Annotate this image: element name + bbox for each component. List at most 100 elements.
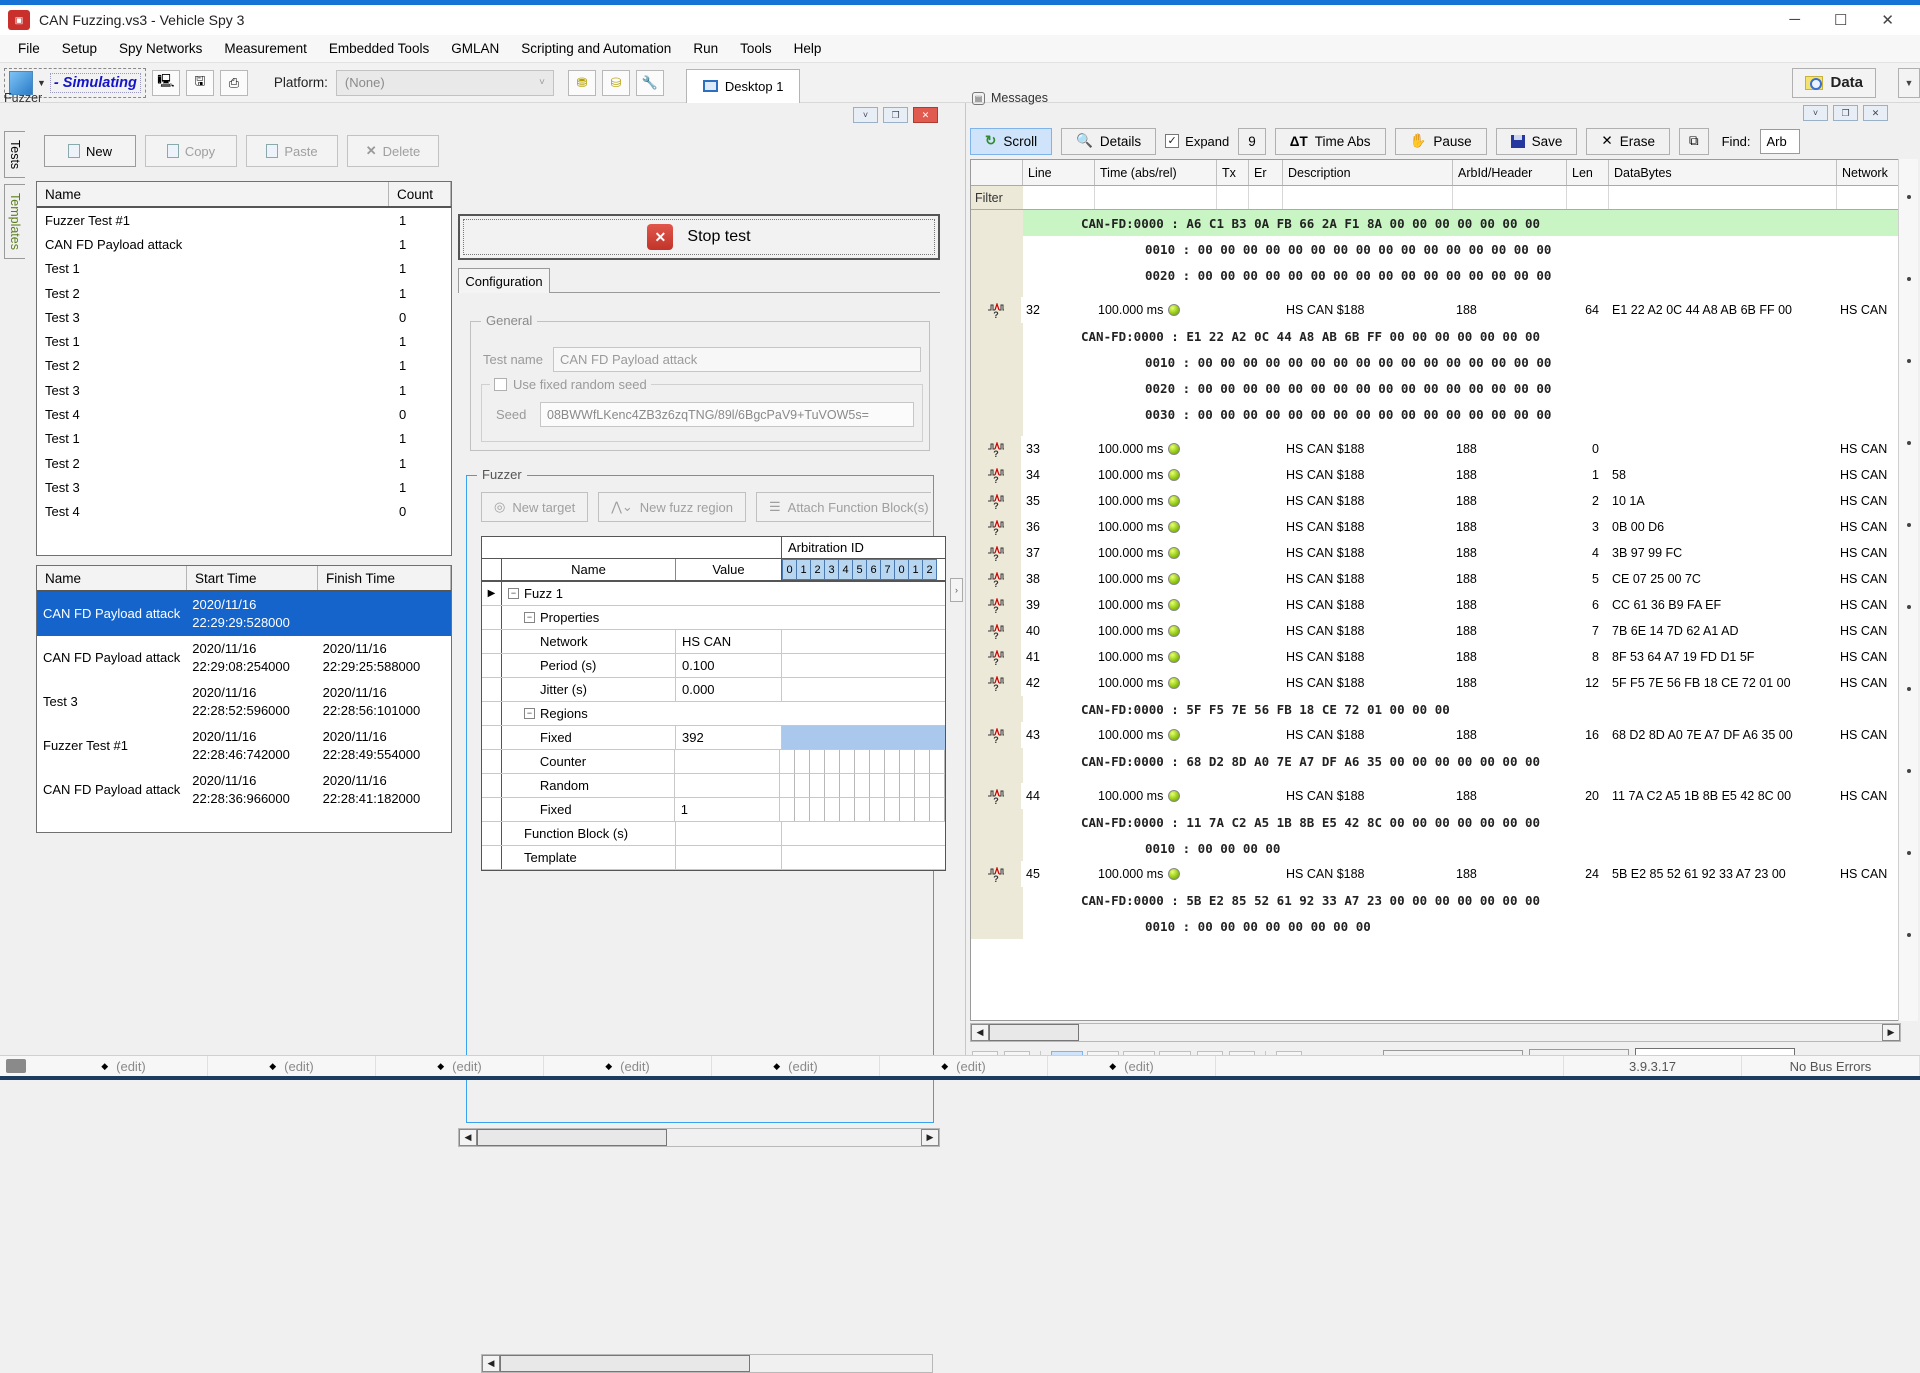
stop-test-button[interactable]: ✕ Stop test — [458, 214, 940, 260]
fuzz-grid-row[interactable]: Jitter (s)0.000 — [482, 678, 945, 702]
menu-item-scripting-and-automation[interactable]: Scripting and Automation — [511, 37, 681, 60]
bit-cell[interactable] — [825, 750, 840, 773]
paste-button[interactable]: Paste — [246, 135, 338, 167]
filter-line[interactable] — [1023, 186, 1095, 209]
messages-restore-button[interactable]: ❐ — [1833, 105, 1858, 121]
tab-configuration[interactable]: Configuration — [458, 268, 550, 293]
menu-item-embedded-tools[interactable]: Embedded Tools — [319, 37, 439, 60]
messages-col-er[interactable]: Er — [1249, 160, 1283, 185]
fuzz-grid-value[interactable] — [675, 774, 780, 797]
erase-button[interactable]: ✕Erase — [1586, 128, 1670, 155]
status-edit-segment[interactable]: ◆(edit) — [376, 1056, 544, 1076]
filter-er[interactable] — [1249, 186, 1283, 209]
bit-cell[interactable] — [795, 774, 810, 797]
bit-cell[interactable] — [870, 798, 885, 821]
bit-cell[interactable] — [855, 750, 870, 773]
menu-item-spy-networks[interactable]: Spy Networks — [109, 37, 212, 60]
config-hscrollbar[interactable]: ◀ ▶ — [458, 1128, 940, 1147]
bit-cell[interactable] — [780, 750, 795, 773]
bit-cell[interactable] — [930, 750, 945, 773]
scroll-left-icon[interactable]: ◀ — [482, 1355, 500, 1372]
maximize-button[interactable]: ☐ — [1834, 11, 1847, 29]
fuzz-grid-row[interactable]: Period (s)0.100 — [482, 654, 945, 678]
messages-close-button[interactable]: ✕ — [1863, 105, 1888, 121]
bit-cell[interactable] — [900, 774, 915, 797]
message-row[interactable]: 0020 : 00 00 00 00 00 00 00 00 00 00 00 … — [971, 262, 1900, 288]
bit-cell[interactable] — [915, 798, 930, 821]
fuzzer-collapse-button[interactable]: ˅ — [853, 107, 878, 123]
messages-col-tx[interactable]: Tx — [1217, 160, 1249, 185]
test-name-field[interactable]: CAN FD Payload attack — [553, 347, 921, 372]
filter-time[interactable] — [1095, 186, 1217, 209]
menu-item-run[interactable]: Run — [683, 37, 728, 60]
use-fixed-seed-checkbox[interactable]: Use fixed random seed — [490, 377, 651, 392]
scroll-button[interactable]: ↻Scroll — [970, 128, 1052, 155]
scroll-right-icon[interactable]: ▶ — [921, 1129, 939, 1146]
fuzz-grid-value[interactable] — [675, 750, 780, 773]
run-row[interactable]: CAN FD Payload attack2020/11/1622:28:36:… — [37, 768, 451, 812]
bit-cell[interactable] — [930, 774, 945, 797]
grid-hscroll-thumb[interactable] — [500, 1355, 750, 1372]
windows-stack-button[interactable]: ⧉ — [1679, 128, 1709, 155]
test-list-item[interactable]: Test 21 — [37, 451, 451, 475]
menu-item-gmlan[interactable]: GMLAN — [441, 37, 509, 60]
message-row[interactable]: CAN-FD:0000 : 5F F5 7E 56 FB 18 CE 72 01… — [971, 696, 1900, 722]
tab-templates[interactable]: Templates — [4, 184, 25, 259]
messages-col-line[interactable]: Line — [1023, 160, 1095, 185]
filter-databytes[interactable] — [1609, 186, 1837, 209]
bit-cell[interactable] — [870, 750, 885, 773]
collapse-expander-icon[interactable]: − — [524, 708, 535, 719]
messages-col-description[interactable]: Description — [1283, 160, 1453, 185]
run-row[interactable]: Test 32020/11/1622:28:52:5960002020/11/1… — [37, 680, 451, 724]
message-row[interactable]: ?37100.000 msHS CAN $18818843B 97 99 FCH… — [971, 540, 1900, 566]
seed-field[interactable]: 08BWWfLKenc4ZB3z6zqTNG/89l/6BgcPaV9+TuVO… — [540, 402, 914, 427]
messages-collapse-button[interactable]: ˅ — [1803, 105, 1828, 121]
time-abs-button[interactable]: ΔTTime Abs — [1275, 128, 1386, 155]
message-row[interactable]: ?32100.000 msHS CAN $18818864E1 22 A2 0C… — [971, 297, 1900, 323]
scroll-left-icon[interactable]: ◀ — [459, 1129, 477, 1146]
status-edit-segment[interactable]: ◆(edit) — [712, 1056, 880, 1076]
message-row[interactable]: 0010 : 00 00 00 00 00 00 00 00 — [971, 913, 1900, 939]
message-row[interactable]: ?35100.000 msHS CAN $188188210 1AHS CAN — [971, 488, 1900, 514]
bit-cell[interactable] — [915, 774, 930, 797]
test-list-item[interactable]: Fuzzer Test #11 — [37, 208, 451, 232]
test-list-item[interactable]: Test 21 — [37, 281, 451, 305]
close-button[interactable]: ✕ — [1881, 11, 1894, 29]
messages-hscroll-thumb[interactable] — [989, 1024, 1079, 1041]
fuzzer-restore-button[interactable]: ❐ — [883, 107, 908, 123]
messages-col-time-abs-rel-[interactable]: Time (abs/rel) — [1095, 160, 1217, 185]
bit-cell[interactable] — [900, 798, 915, 821]
fuzz-grid-row[interactable]: Fixed392 — [482, 726, 945, 750]
status-edit-segment[interactable]: ◆(edit) — [208, 1056, 376, 1076]
run-row[interactable]: CAN FD Payload attack2020/11/1622:29:08:… — [37, 636, 451, 680]
fuzz-grid-row[interactable]: Function Block (s) — [482, 822, 945, 846]
expand-checkbox[interactable]: ✓ Expand — [1165, 134, 1229, 149]
messages-col-arbid-header[interactable]: ArbId/Header — [1453, 160, 1567, 185]
fuzz-grid-row[interactable]: Fixed1 — [482, 798, 945, 822]
runs-col-name[interactable]: Name — [37, 566, 187, 590]
menu-item-file[interactable]: File — [8, 37, 50, 60]
message-row[interactable]: ?33100.000 msHS CAN $1881880HS CAN — [971, 436, 1900, 462]
tests-col-name[interactable]: Name — [37, 182, 389, 206]
database-add-icon[interactable]: ⛁ — [602, 70, 630, 96]
message-row[interactable]: 0010 : 00 00 00 00 00 00 00 00 00 00 00 … — [971, 349, 1900, 375]
new-target-button[interactable]: ◎New target — [481, 492, 588, 522]
bit-cell[interactable] — [810, 798, 825, 821]
bit-cell[interactable] — [900, 750, 915, 773]
message-row[interactable]: 0010 : 00 00 00 00 00 00 00 00 00 00 00 … — [971, 236, 1900, 262]
tests-col-count[interactable]: Count — [389, 182, 451, 206]
run-mode-dropdown-icon[interactable]: ▼ — [37, 78, 46, 88]
fuzz-grid-row[interactable]: ▶−Fuzz 1 — [482, 582, 945, 606]
fuzz-grid-value[interactable]: 0.000 — [676, 678, 782, 701]
fuzz-grid-row[interactable]: −Regions — [482, 702, 945, 726]
fuzz-grid-value[interactable]: 1 — [675, 798, 780, 821]
bit-cell[interactable] — [795, 798, 810, 821]
message-row[interactable]: CAN-FD:0000 : 11 7A C2 A5 1B 8B E5 42 8C… — [971, 809, 1900, 835]
bit-cell[interactable] — [855, 774, 870, 797]
message-row[interactable]: ?41100.000 msHS CAN $18818888F 53 64 A7 … — [971, 644, 1900, 670]
grid-col-name[interactable]: Name — [502, 559, 676, 580]
fuzz-grid-value[interactable]: HS CAN — [676, 630, 782, 653]
bit-cell[interactable] — [915, 750, 930, 773]
bit-cell[interactable] — [795, 750, 810, 773]
message-row[interactable]: ?40100.000 msHS CAN $18818877B 6E 14 7D … — [971, 618, 1900, 644]
